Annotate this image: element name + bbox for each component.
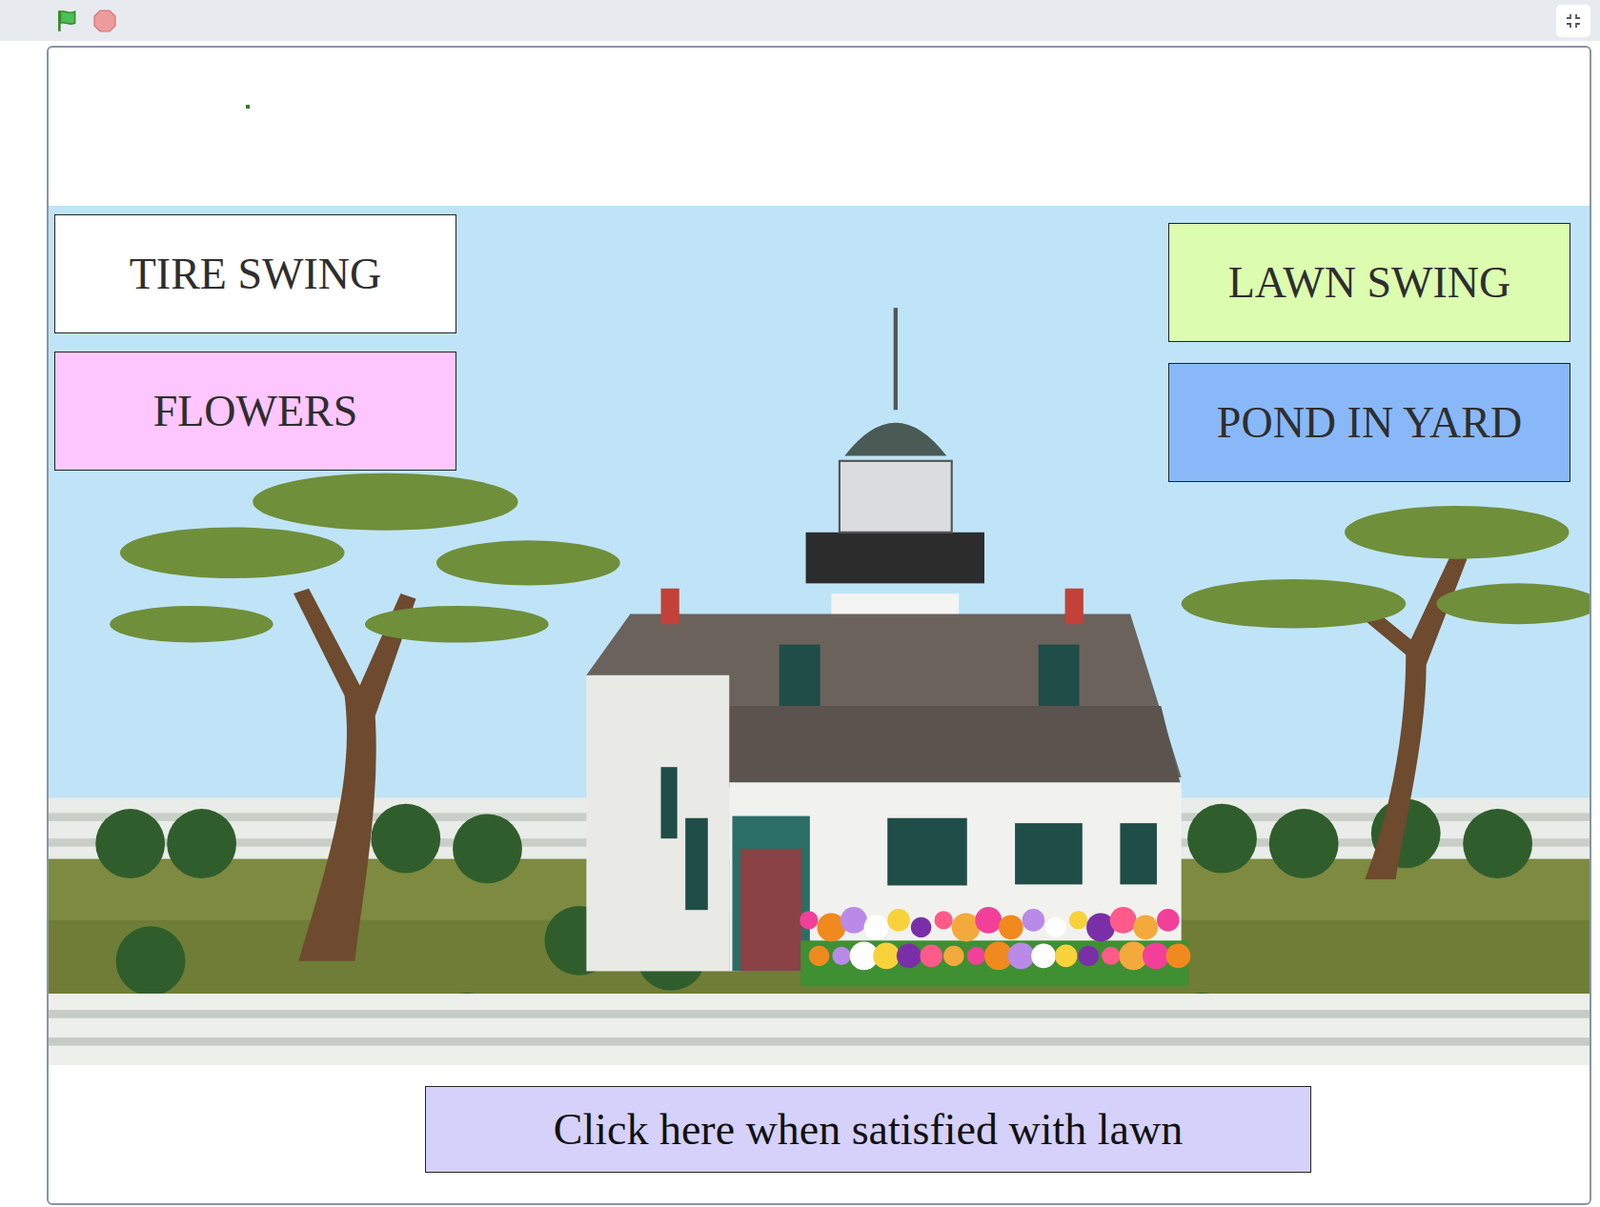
scene: TIRE SWING FLOWERS LAWN SWING POND IN YARD xyxy=(48,205,1590,1066)
choice-button[interactable]: LAWN SWING xyxy=(1168,222,1571,343)
stage-top xyxy=(48,47,1590,206)
stage-bottom: Click here when satisfied with lawn xyxy=(48,1065,1590,1204)
done-button[interactable]: Click here when satisfied with lawn xyxy=(425,1086,1312,1174)
sprite-dot xyxy=(245,104,250,109)
right-tree xyxy=(1181,506,1590,880)
left-tree xyxy=(109,473,620,962)
front-fence xyxy=(48,993,1590,1066)
choice-button[interactable]: POND IN YARD xyxy=(1168,363,1571,483)
exit-fullscreen-icon xyxy=(1563,11,1583,31)
scratch-player: TIRE SWING FLOWERS LAWN SWING POND IN YARD C… xyxy=(0,0,1600,1207)
exit-fullscreen-button[interactable] xyxy=(1556,4,1591,38)
player-toolbar xyxy=(0,0,1600,41)
choice-button[interactable]: FLOWERS xyxy=(54,351,457,471)
left-buttons: TIRE SWING FLOWERS xyxy=(54,214,457,471)
right-buttons: LAWN SWING POND IN YARD xyxy=(1168,222,1571,483)
choice-button[interactable]: TIRE SWING xyxy=(54,214,457,334)
stage: TIRE SWING FLOWERS LAWN SWING POND IN YARD C… xyxy=(46,45,1592,1206)
lighthouse-house xyxy=(586,307,1181,972)
flower-bed xyxy=(799,907,1191,988)
stop-sign-icon[interactable] xyxy=(93,9,117,33)
green-flag-icon[interactable] xyxy=(55,8,81,34)
